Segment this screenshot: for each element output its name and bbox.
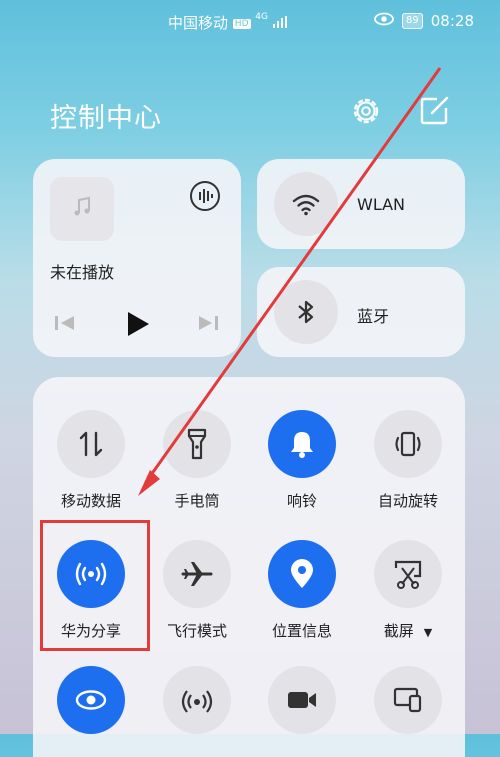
annotation-arrow bbox=[138, 67, 442, 496]
